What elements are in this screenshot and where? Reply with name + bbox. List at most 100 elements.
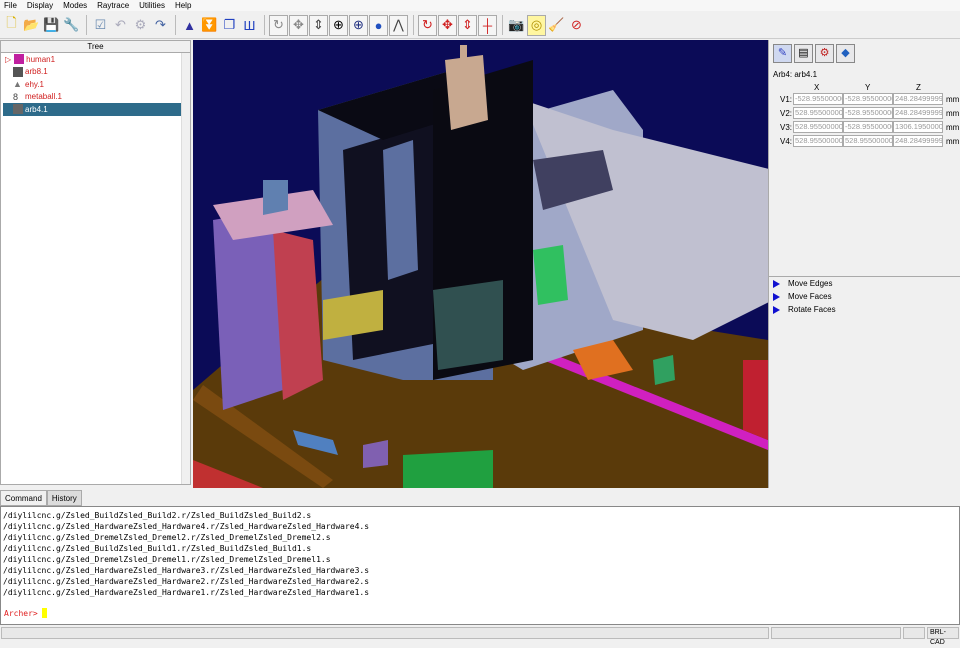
collapse-down-icon[interactable]: ⏬ [200,15,219,36]
v4-z-input[interactable]: 248.28499999 [893,135,943,147]
unit-label: mm [946,108,960,118]
menu-help[interactable]: Help [175,1,191,10]
v4-x-input[interactable]: 528.95500000 [793,135,843,147]
edit-tab-icon[interactable]: ✎ [773,44,792,63]
tree-item-arb4[interactable]: arb4.1 [3,103,184,116]
region-icon [14,54,25,65]
menu-file[interactable]: File [4,1,17,10]
tree-item-arb8[interactable]: arb8.1 [1,66,182,79]
toolbar: 🗋 📂 💾 🔧 ☑ ↶ ⚙ ↷ ▲ ⏬ ❐ Ш ↻ ✥ ⇕ ⊕ ⊕ ● ⋀ ↻ … [0,12,960,39]
console-line: /diylilcnc.g/Zsled_DremelZsled_Dremel1.r… [3,555,331,564]
v3-x-input[interactable]: 528.95500000 [793,121,843,133]
v3-y-input[interactable]: -528.95500000 [843,121,893,133]
tree-item-label: ehy.1 [25,79,44,89]
tree-header: Tree [1,41,190,53]
layers-icon[interactable]: ❐ [220,15,239,36]
properties-panel: ✎ ▤ ⚙ ◆ Arb4: arb4.1 X Y Z V1: -528.9550… [768,40,960,488]
vertex-label: V4: [779,136,792,146]
expand-icon[interactable]: ▷ [5,55,11,64]
column-x: X [814,83,820,92]
3d-viewport[interactable] [193,40,768,488]
center-crosshair-icon[interactable]: ⊕ [329,14,348,36]
pan-icon[interactable]: ✥ [289,14,308,36]
tree-item-label: human1 [26,54,56,64]
cube-icon [13,104,23,115]
console-line: /diylilcnc.g/Zsled_HardwareZsled_Hardwar… [3,566,370,575]
save-icon[interactable]: 💾 [42,15,61,36]
console-line: /diylilcnc.g/Zsled_HardwareZsled_Hardwar… [3,522,370,531]
scale-red-icon[interactable]: ⇕ [458,14,477,36]
v1-z-input[interactable]: 248.28499999 [893,93,943,105]
v2-y-input[interactable]: -528.95500000 [843,107,893,119]
tree-item-metaball[interactable]: 8 metaball.1 [1,91,182,104]
checkbox-edit-icon[interactable]: ☑ [91,15,110,36]
play-arrow-icon [773,292,780,301]
v4-y-input[interactable]: 528.95500000 [843,135,893,147]
tree-item-human1[interactable]: ▷ human1 [1,53,182,66]
text-cursor [41,608,47,618]
command-console[interactable]: /diylilcnc.g/Zsled_BuildZsled_Build2.r/Z… [0,506,960,625]
edit-mode-label: Move Faces [788,292,832,301]
menu-display[interactable]: Display [27,1,53,10]
wizard-hat-icon[interactable]: ▲ [180,15,199,36]
console-line: /diylilcnc.g/Zsled_BuildZsled_Build2.r/Z… [3,511,312,520]
unit-label: mm [946,136,960,146]
vertex-label: V1: [779,94,792,104]
vertex-label: V3: [779,122,792,132]
compass-icon[interactable]: ⋀ [389,14,408,36]
status-field [771,627,901,639]
console-line: /diylilcnc.g/Zsled_HardwareZsled_Hardwar… [3,588,370,597]
status-app-name: BRL-CAD [927,627,959,646]
console-tabs: Command History [0,490,82,506]
v2-x-input[interactable]: 528.95500000 [793,107,843,119]
v1-x-input[interactable]: -528.95500000 [793,93,843,105]
undo-icon[interactable]: ↶ [111,15,130,36]
broom-icon[interactable]: 🧹 [547,15,566,36]
wall-icon[interactable]: Ш [240,15,259,36]
edit-mode-label: Move Edges [788,279,833,288]
open-folder-icon[interactable]: 📂 [22,15,41,36]
menu-utilities[interactable]: Utilities [139,1,165,10]
tools-tab-icon[interactable]: ⚙ [815,44,834,63]
display-tab-icon[interactable]: ◆ [836,44,855,63]
raytrace-icon[interactable]: ◎ [527,14,546,36]
center-red-icon[interactable]: ┼ [478,14,497,36]
redo-gear-icon[interactable]: ⚙ [131,15,150,36]
menu-raytrace[interactable]: Raytrace [97,1,129,10]
cube-icon [13,66,23,77]
unit-label: mm [946,94,960,104]
tab-history[interactable]: History [46,490,82,506]
camera-icon[interactable]: 📷 [507,15,526,36]
menu-bar: File Display Modes Raytrace Utilities He… [0,0,960,11]
no-entry-icon[interactable]: ⊘ [567,15,586,36]
sphere-view-icon[interactable]: ● [369,14,388,36]
edit-mode-label: Rotate Faces [788,305,836,314]
tree-scrollbar[interactable] [181,53,190,484]
v2-z-input[interactable]: 248.28499999 [893,107,943,119]
edit-mode-move-edges[interactable]: Move Edges [769,277,960,290]
menu-modes[interactable]: Modes [63,1,87,10]
v3-z-input[interactable]: 1306.1950000 [893,121,943,133]
console-line: /diylilcnc.g/Zsled_BuildZsled_Build1.r/Z… [3,544,312,553]
tree-item-ehy[interactable]: ▲ ehy.1 [1,78,182,91]
wrench-icon[interactable]: 🔧 [62,15,81,36]
scale-icon[interactable]: ⇕ [309,14,328,36]
move-red-icon[interactable]: ✥ [438,14,457,36]
edit-mode-rotate-faces[interactable]: Rotate Faces [769,303,960,316]
edit-mode-move-faces[interactable]: Move Faces [769,290,960,303]
new-file-icon[interactable]: 🗋 [2,15,21,36]
attributes-tab-icon[interactable]: ▤ [794,44,813,63]
v1-y-input[interactable]: -528.95500000 [843,93,893,105]
prompt-label: Archer> [4,608,38,618]
globe-view-icon[interactable]: ⊕ [349,14,368,36]
cone-icon: ▲ [13,79,22,90]
column-y: Y [865,83,871,92]
cycle-icon[interactable]: ↷ [151,15,170,36]
vertex-row-v4: V4: 528.95500000 528.95500000 248.284999… [769,135,959,147]
command-prompt[interactable]: Archer> [4,608,47,618]
metaball-icon: 8 [13,91,19,102]
tab-command[interactable]: Command [0,490,47,506]
rotate-icon[interactable]: ↻ [269,14,288,36]
column-z: Z [916,83,921,92]
rotate-red-icon[interactable]: ↻ [418,14,437,36]
